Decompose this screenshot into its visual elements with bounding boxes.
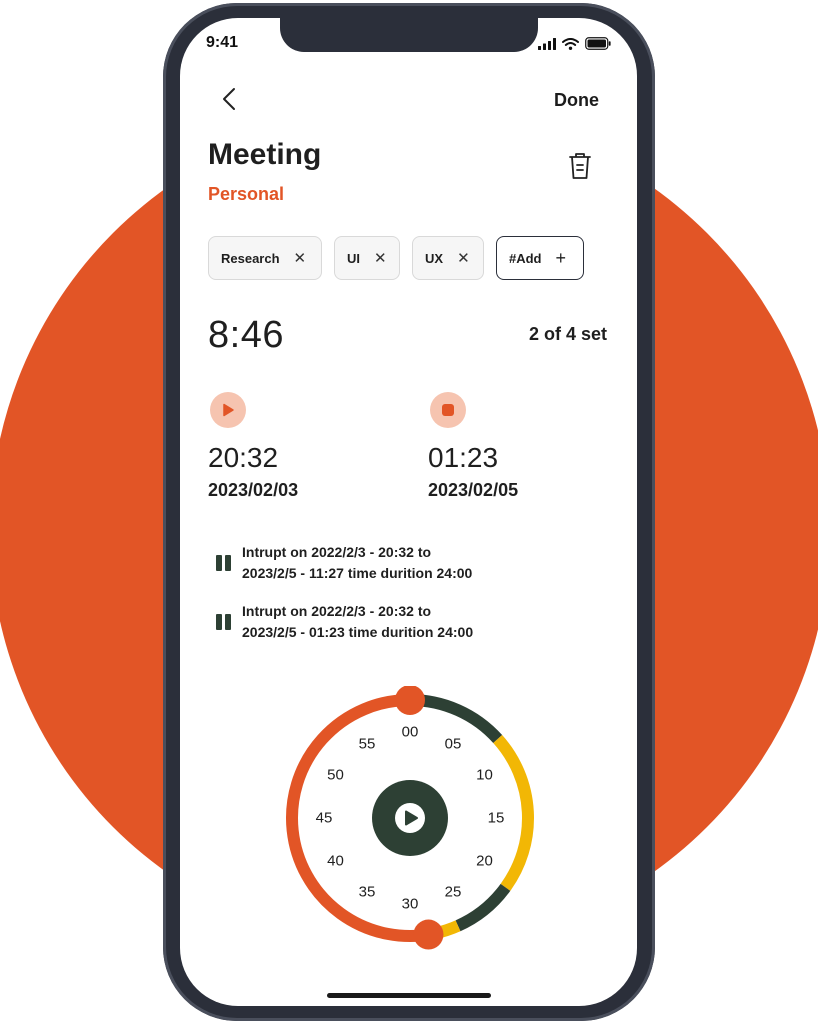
tag-label: UI <box>347 250 360 266</box>
dial-minute-label: 05 <box>444 735 462 753</box>
trash-icon <box>569 153 591 179</box>
tag-chip[interactable]: Research ✕ <box>208 236 322 280</box>
interruption-item: Intrupt on 2022/2/3 - 20:32 to 2023/2/5 … <box>216 542 472 584</box>
dial-minute-label: 10 <box>476 766 493 784</box>
dial-segment <box>455 883 511 932</box>
dial-minute-label: 40 <box>327 852 344 870</box>
dial-minute-label: 00 <box>401 723 419 741</box>
back-button[interactable] <box>218 86 242 112</box>
play-icon[interactable] <box>210 392 246 428</box>
dial-minute-label: 55 <box>358 735 376 753</box>
tag-label: UX <box>425 250 444 266</box>
dial-center-play-button[interactable] <box>372 780 448 856</box>
app-screen: 9:41 Done Meeting Personal Research ✕ UI… <box>180 18 637 1006</box>
session-start: 20:32 2023/02/03 <box>208 392 298 501</box>
add-tag-label: #Add <box>509 250 542 266</box>
dial-handle[interactable] <box>395 685 425 715</box>
play-icon <box>395 803 425 833</box>
start-time: 20:32 <box>208 442 279 473</box>
battery-icon <box>585 37 611 50</box>
elapsed-timer: 8:46 <box>208 314 284 356</box>
session-end: 01:23 2023/02/05 <box>428 392 518 501</box>
dial-minute-label: 20 <box>476 852 493 870</box>
signal-icon <box>538 37 556 50</box>
start-date: 2023/02/03 <box>208 480 299 500</box>
status-time: 9:41 <box>206 34 239 51</box>
dial-handle[interactable] <box>413 919 444 950</box>
chevron-left-icon <box>223 88 235 110</box>
timer-dial[interactable]: 00 05 10 15 20 25 30 35 40 45 50 55 <box>278 685 542 950</box>
wifi-icon <box>562 37 579 50</box>
remove-tag-icon[interactable]: ✕ <box>294 249 307 267</box>
dial-minute-label: 50 <box>327 766 344 784</box>
end-date: 2023/02/05 <box>428 480 519 500</box>
category-label: Personal <box>208 184 285 204</box>
page-title: Meeting <box>208 138 322 171</box>
dial-minute-label: 25 <box>444 883 462 901</box>
status-icons <box>538 37 611 50</box>
end-time: 01:23 <box>428 442 499 473</box>
phone-notch <box>280 18 538 52</box>
set-progress: 2 of 4 set <box>528 324 607 344</box>
dial-minute-label: 30 <box>401 895 419 913</box>
tag-chip[interactable]: UX ✕ <box>412 236 484 280</box>
home-indicator <box>327 993 491 998</box>
tag-list: Research ✕ UI ✕ UX ✕ #Add + <box>208 236 584 280</box>
interruption-text: Intrupt on 2022/2/3 - 20:32 to 2023/2/5 … <box>242 544 473 581</box>
done-button[interactable]: Done <box>554 90 599 111</box>
dial-minute-label: 15 <box>487 809 505 827</box>
pause-icon <box>216 555 232 571</box>
delete-button[interactable] <box>567 151 593 181</box>
dial-minute-label: 35 <box>358 883 376 901</box>
remove-tag-icon[interactable]: ✕ <box>457 249 470 267</box>
add-tag-button[interactable]: #Add + <box>496 236 584 280</box>
interruption-text: Intrupt on 2022/2/3 - 20:32 to 2023/2/5 … <box>242 603 474 640</box>
stop-icon[interactable] <box>430 392 466 428</box>
plus-icon: + <box>555 247 567 268</box>
pause-icon <box>216 614 232 630</box>
tag-chip[interactable]: UI ✕ <box>334 236 400 280</box>
dial-minute-label: 45 <box>315 809 333 827</box>
remove-tag-icon[interactable]: ✕ <box>374 249 387 267</box>
tag-label: Research <box>221 250 280 266</box>
interruption-item: Intrupt on 2022/2/3 - 20:32 to 2023/2/5 … <box>216 601 473 643</box>
